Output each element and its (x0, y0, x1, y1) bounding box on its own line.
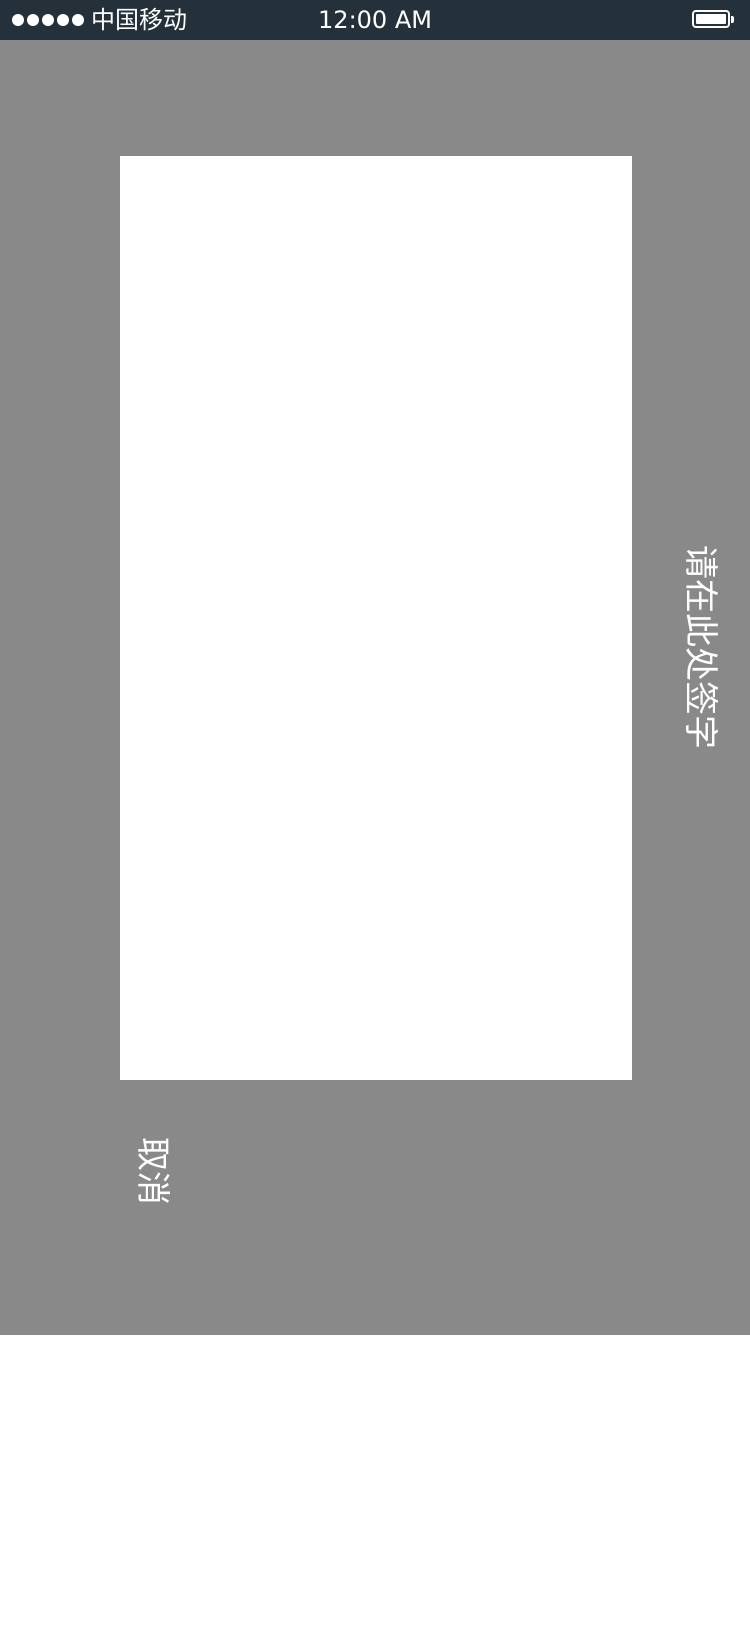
battery-level (696, 14, 726, 24)
signature-hint-label: 请在此处签字 (680, 545, 720, 749)
battery-tip (731, 16, 734, 23)
signature-overlay: 请在此处签字 取消 (0, 40, 750, 1335)
status-bar: 中国移动 12:00 AM (0, 0, 750, 40)
signature-pad[interactable] (120, 156, 632, 1080)
status-time: 12:00 AM (318, 6, 432, 34)
cancel-button[interactable]: 取消 (130, 1121, 174, 1221)
battery-full-icon (692, 10, 734, 28)
